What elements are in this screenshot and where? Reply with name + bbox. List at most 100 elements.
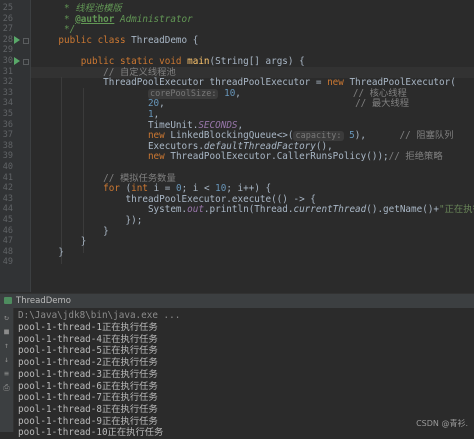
line-number: 41 [2, 172, 13, 183]
code-text: ThreadPoolExecutor threadPoolExecutor = … [36, 77, 456, 88]
rerun-icon[interactable]: ↻ [3, 314, 10, 322]
line-number: 28 [2, 34, 13, 45]
line-number: 30 [2, 56, 13, 66]
code-token: } [36, 236, 87, 248]
code-token: ().getName()+ [366, 204, 440, 216]
code-text: public static void main(String[] args) { [36, 56, 305, 67]
code-token: new [327, 77, 350, 89]
code-line: 44 System.out.println(Thread.currentThre… [0, 204, 474, 215]
code-token: // 最大线程 [355, 98, 410, 110]
run-gutter-icon[interactable] [14, 35, 20, 44]
code-line: 27 */ [0, 24, 474, 35]
code-token: .println(Thread. [203, 204, 294, 216]
console-line: pool-1-thread-5正在执行任务 [18, 345, 158, 357]
code-editor[interactable]: 25 * 线程池模版 26 * @author Administrator 27 *… [0, 0, 474, 292]
code-line: 25 * 线程池模版 [0, 3, 474, 14]
run-gutter-icon[interactable] [14, 57, 20, 65]
soft-wrap-icon[interactable]: ≡ [3, 370, 10, 378]
code-line: 37 new LinkedBlockingQueue<>(capacity: 5… [0, 130, 474, 142]
console-line: pool-1-thread-10正在执行任务 [18, 427, 164, 439]
code-line: 42 for (int i = 0; i < 10; i++) { [0, 183, 474, 194]
line-number: 33 [2, 87, 13, 98]
console-line: pool-1-thread-6正在执行任务 [18, 380, 158, 392]
code-line: 46 } [0, 226, 474, 237]
run-console[interactable]: ↻ ■ ↑ ↓ ≡ ⎙ D:\Java\jdk8\bin\java.exe ..… [0, 308, 474, 438]
code-token: ThreadPoolExecutor.CallerRunsPolicy()); [170, 151, 389, 163]
line-number: 43 [2, 193, 13, 204]
code-text: } [36, 247, 64, 258]
code-token: * [36, 3, 76, 14]
code-line: 34 20, // 最大线程 [0, 98, 474, 109]
code-token: currentThread [293, 204, 367, 216]
console-line: pool-1-thread-9正在执行任务 [18, 415, 158, 427]
line-number: 31 [2, 66, 13, 77]
line-number: 44 [2, 204, 13, 215]
fold-marker-icon[interactable] [23, 37, 29, 44]
code-token: } [36, 225, 109, 237]
line-number: 38 [2, 140, 13, 151]
line-number: 39 [2, 151, 13, 162]
code-token: TimeUnit. [36, 119, 199, 131]
line-number: 40 [2, 162, 13, 172]
code-token: out [187, 204, 204, 216]
code-token: // 阻塞队列 [399, 130, 454, 142]
stop-icon[interactable]: ■ [3, 328, 10, 336]
code-token: ThreadPoolExecutor( [349, 77, 456, 89]
line-number: 36 [2, 119, 13, 130]
line-number: 47 [2, 236, 13, 247]
watermark: CSDN @青衫. [416, 419, 468, 428]
code-line: 49 [0, 257, 474, 268]
code-token: } [36, 246, 64, 258]
code-text: * 线程池模版 [36, 3, 122, 14]
code-token: System. [36, 204, 188, 216]
code-text: 20, // 最大线程 [36, 98, 409, 109]
code-line: 26 * @author Administrator [0, 14, 474, 25]
code-line: 31 // 自定义线程池 [0, 67, 474, 78]
code-line: 45 }); [0, 215, 474, 226]
code-token: "正在执行任务" [439, 204, 474, 216]
code-token: SECONDS [198, 119, 238, 131]
code-token: // 模拟任务数量 [103, 172, 176, 184]
scroll-up-icon[interactable]: ↑ [3, 342, 10, 350]
scroll-down-icon[interactable]: ↓ [3, 356, 10, 364]
run-tab-label: ThreadDemo [16, 296, 71, 306]
console-sidebar: ↻ ■ ↑ ↓ ≡ ⎙ [0, 308, 14, 432]
code-line: 48 } [0, 247, 474, 258]
run-tool-window-header: ThreadDemo [0, 293, 474, 310]
code-text: } [36, 226, 109, 237]
code-line: 47 } [0, 236, 474, 247]
code-line: 40 [0, 162, 474, 173]
code-token: 线程池模版 [75, 3, 122, 14]
code-token: LinkedBlockingQueue<>( [170, 130, 294, 142]
code-token: */ [36, 24, 76, 36]
console-line: pool-1-thread-1正在执行任务 [18, 322, 158, 333]
code-token: ; i++) { [226, 183, 272, 195]
code-token: * [36, 13, 76, 25]
code-line: 36 TimeUnit.SECONDS, [0, 120, 474, 131]
console-line: pool-1-thread-4正在执行任务 [18, 333, 158, 345]
line-number: 32 [2, 77, 13, 88]
parameter-hint: capacity: [293, 131, 344, 142]
print-icon[interactable]: ⎙ [3, 384, 10, 392]
code-line: 41 // 模拟任务数量 [0, 173, 474, 184]
fold-marker-icon[interactable] [23, 59, 29, 65]
code-token: // 拒绝策略 [388, 151, 443, 163]
code-token: public static void [80, 56, 188, 67]
code-token: ThreadDemo { [131, 34, 199, 46]
line-number: 27 [2, 24, 13, 35]
code-token: , [153, 109, 160, 120]
code-text: } [36, 236, 87, 248]
code-token: 10 [215, 183, 227, 195]
line-number: 46 [2, 225, 13, 236]
code-line: 28 public class ThreadDemo { [0, 35, 474, 46]
code-token: Administrator [114, 13, 193, 25]
line-number: 45 [2, 215, 13, 225]
code-token: new [147, 151, 171, 163]
code-text: for (int i = 0; i < 10; i++) { [36, 183, 271, 194]
line-number: 25 [2, 3, 13, 13]
code-text: */ [36, 24, 75, 35]
